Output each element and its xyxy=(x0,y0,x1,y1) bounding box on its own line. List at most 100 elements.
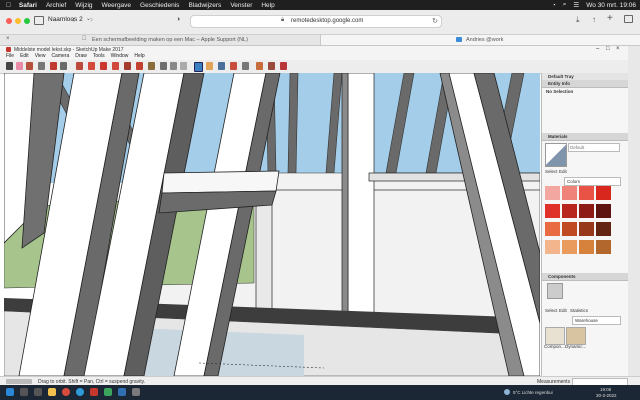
forward-icon[interactable]: › xyxy=(90,14,93,24)
offset-tool-icon[interactable] xyxy=(88,62,95,70)
components-tab-select[interactable]: Select xyxy=(545,308,558,313)
zoom-window-tool-icon[interactable] xyxy=(242,62,249,70)
edge-icon[interactable] xyxy=(76,388,84,396)
download-icon[interactable]: ⤓ xyxy=(576,15,580,25)
close-icon[interactable]: × xyxy=(616,46,620,52)
start-icon[interactable] xyxy=(6,388,14,396)
minimize-window-icon[interactable] xyxy=(15,18,21,24)
close-window-icon[interactable] xyxy=(6,18,12,24)
sketchup-taskbar-icon[interactable] xyxy=(90,388,98,396)
dimension-tool-icon[interactable] xyxy=(160,62,167,70)
material-swatch[interactable] xyxy=(545,204,560,218)
tab-group-name[interactable]: Naamloos 2 xyxy=(48,16,83,23)
materials-tab-select[interactable]: Select xyxy=(545,169,558,174)
extension-icon[interactable] xyxy=(268,62,275,70)
app-taskbar-icon[interactable] xyxy=(104,388,112,396)
search-icon[interactable]: ⌕ xyxy=(563,1,567,9)
text-tool-icon[interactable] xyxy=(180,62,187,70)
menu-camera[interactable]: Camera xyxy=(51,53,69,60)
eraser-tool-icon[interactable] xyxy=(16,62,23,70)
components-tab-statistics[interactable]: Statistics xyxy=(570,308,588,313)
material-swatch[interactable] xyxy=(596,240,611,254)
component-item[interactable] xyxy=(566,327,586,345)
taskbar-time[interactable]: 19:06 xyxy=(600,387,611,392)
material-swatch[interactable] xyxy=(562,222,577,236)
menu-help[interactable]: Help xyxy=(134,53,144,60)
url-text[interactable]: remotedesktop.google.com xyxy=(291,18,363,24)
line-tool-icon[interactable] xyxy=(38,62,45,70)
rotate-tool-icon[interactable] xyxy=(112,62,119,70)
tab-close-icon[interactable]: × xyxy=(6,36,10,42)
menu-draw[interactable]: Draw xyxy=(75,53,87,60)
material-swatch[interactable] xyxy=(579,204,594,218)
menu-app-safari[interactable]: Safari xyxy=(19,2,37,9)
components-tab-edit[interactable]: Edit xyxy=(559,308,567,313)
material-swatch[interactable] xyxy=(562,186,577,200)
entity-info-header[interactable]: Entity Info xyxy=(542,80,629,88)
minimize-icon[interactable]: – xyxy=(596,46,599,52)
move-tool-icon[interactable] xyxy=(100,62,107,70)
menu-archief[interactable]: Archief xyxy=(46,2,66,9)
tape-measure-icon[interactable] xyxy=(148,62,155,70)
material-name-field[interactable]: Default xyxy=(568,143,620,152)
paint-bucket-icon[interactable] xyxy=(26,62,33,70)
file-explorer-icon[interactable] xyxy=(48,388,56,396)
pan-tool-icon[interactable] xyxy=(206,62,213,70)
maximize-icon[interactable]: □ xyxy=(606,46,610,52)
materials-library-dropdown[interactable]: Colors xyxy=(564,177,621,186)
apple-icon[interactable]:  xyxy=(6,2,11,9)
material-swatch[interactable] xyxy=(545,186,560,200)
privacy-shield-icon[interactable]: ◑ xyxy=(176,16,180,23)
search-icon[interactable] xyxy=(20,388,28,396)
tab-andries-work[interactable]: Andries @work xyxy=(321,35,640,45)
chrome-icon[interactable] xyxy=(62,388,70,396)
menu-weergave[interactable]: Weergave xyxy=(102,2,132,9)
menu-help[interactable]: Help xyxy=(261,2,274,9)
material-swatch[interactable] xyxy=(579,240,594,254)
send-to-layout-icon[interactable] xyxy=(280,62,287,70)
arc-tool-icon[interactable] xyxy=(50,62,57,70)
material-swatch[interactable] xyxy=(562,240,577,254)
zoom-window-icon[interactable] xyxy=(24,18,30,24)
menu-edit[interactable]: Edit xyxy=(20,53,29,60)
material-swatch[interactable] xyxy=(579,222,594,236)
protractor-tool-icon[interactable] xyxy=(170,62,177,70)
menu-geschiedenis[interactable]: Geschiedenis xyxy=(140,2,179,9)
menu-window[interactable]: Window xyxy=(111,53,129,60)
control-center-icon[interactable]: ☰ xyxy=(573,1,579,9)
material-swatch[interactable] xyxy=(545,222,560,236)
materials-tab-edit[interactable]: Edit xyxy=(559,169,567,174)
reload-icon[interactable]: ↻ xyxy=(432,17,438,25)
scale-tool-icon[interactable] xyxy=(124,62,131,70)
material-swatch[interactable] xyxy=(596,186,611,200)
model-viewport[interactable] xyxy=(4,73,540,376)
orbit-tool-icon[interactable] xyxy=(194,62,203,72)
share-icon[interactable]: ↑ xyxy=(592,15,596,24)
menu-view[interactable]: View xyxy=(35,53,46,60)
zoom-extents-icon[interactable] xyxy=(230,62,237,70)
menu-bladwijzers[interactable]: Bladwijzers xyxy=(188,2,221,9)
material-swatch[interactable] xyxy=(562,204,577,218)
menu-tools[interactable]: Tools xyxy=(93,53,105,60)
clock-text[interactable]: Wo 30 mrt. 19:06 xyxy=(586,2,636,9)
menu-file[interactable]: File xyxy=(6,53,14,60)
pushpull-tool-icon[interactable] xyxy=(76,62,83,70)
menu-wijzig[interactable]: Wijzig xyxy=(75,2,92,9)
material-swatch[interactable] xyxy=(545,240,560,254)
select-tool-icon[interactable] xyxy=(6,62,13,70)
menu-venster[interactable]: Venster xyxy=(230,2,252,9)
back-icon[interactable]: ‹ xyxy=(72,14,75,24)
sidebar-toggle-icon[interactable] xyxy=(34,16,44,25)
tab-overview-icon[interactable] xyxy=(624,15,633,23)
shape-tool-icon[interactable] xyxy=(60,62,67,70)
weather-text[interactable]: 5°C Lichte regenbui xyxy=(513,390,553,395)
address-bar[interactable]: 🔒︎ remotedesktop.google.com ↻ xyxy=(190,15,442,28)
components-header[interactable]: Components xyxy=(542,273,629,281)
zoom-tool-icon[interactable] xyxy=(218,62,225,70)
components-search-dropdown[interactable]: Warehouse xyxy=(572,316,621,325)
app-taskbar-icon[interactable] xyxy=(118,388,126,396)
wifi-icon[interactable]: ◔ xyxy=(552,2,556,9)
materials-header[interactable]: Materials xyxy=(542,133,629,141)
material-swatch[interactable] xyxy=(579,186,594,200)
new-tab-icon[interactable]: + xyxy=(607,13,613,24)
